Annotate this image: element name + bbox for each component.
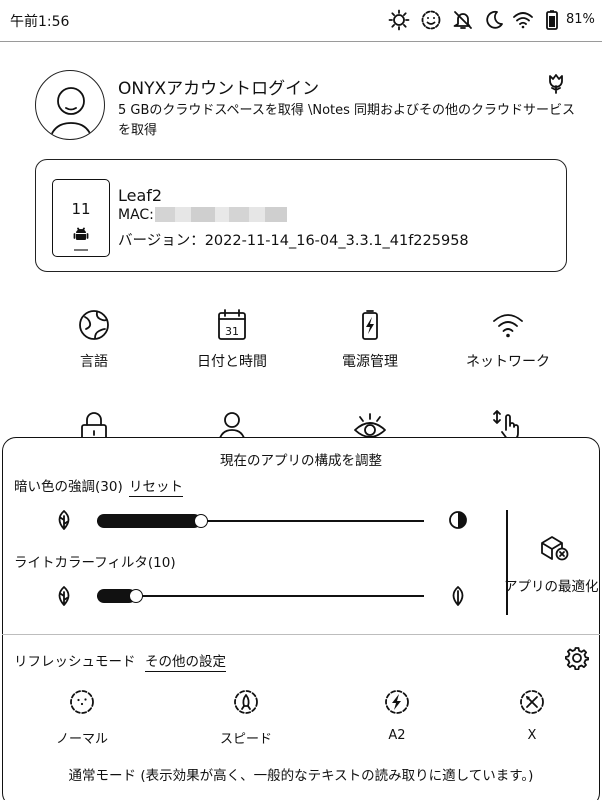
moon-icon[interactable] — [483, 9, 505, 31]
mode-normal[interactable]: ノーマル — [27, 689, 137, 747]
grid-item-power[interactable]: 電源管理 — [310, 308, 430, 371]
device-brand-mark — [74, 249, 88, 251]
reset-link[interactable]: リセット — [129, 475, 183, 497]
leaf-light-icon[interactable] — [53, 585, 75, 607]
battery-icon — [546, 10, 558, 30]
mode-speed[interactable]: スピード — [191, 689, 301, 747]
mode-label: X — [527, 728, 537, 743]
svg-text:31: 31 — [225, 325, 239, 338]
device-screen-number: 11 — [71, 200, 91, 218]
mode-a2[interactable]: A2 — [342, 689, 452, 743]
dark-enhance-label: 暗い色の強調(30) — [14, 479, 123, 495]
wifi-icon — [493, 314, 523, 338]
mode-label: ノーマル — [55, 732, 108, 747]
leaf-light-icon[interactable] — [53, 509, 75, 531]
calendar-icon: 31 — [218, 309, 246, 340]
normal-mode-icon — [70, 690, 94, 714]
other-settings-link[interactable]: その他の設定 — [145, 650, 226, 672]
grid-item-language[interactable]: 言語 — [34, 308, 154, 371]
slider-knob[interactable] — [129, 589, 143, 603]
dark-enhance-slider[interactable] — [97, 512, 424, 530]
app-optimize-icon[interactable] — [537, 532, 571, 562]
contrast-icon[interactable] — [447, 509, 469, 531]
refresh-mode-label: リフレッシュモード — [14, 654, 136, 670]
leaf-outline-icon[interactable] — [447, 585, 469, 607]
avatar[interactable] — [35, 70, 105, 140]
grid-label-network: ネットワーク — [466, 354, 550, 370]
device-version: バージョン：2022-11-14_16-04_3.3.1_41f225958 — [118, 233, 469, 249]
device-mac-label: MAC: — [118, 207, 154, 223]
device-info-card[interactable] — [35, 159, 567, 272]
mood-icon[interactable] — [420, 9, 442, 31]
vertical-divider — [506, 510, 508, 615]
account-title[interactable]: ONYXアカウントログイン — [118, 74, 319, 99]
grid-item-network[interactable]: ネットワーク — [448, 308, 568, 371]
avatar-face-icon — [49, 87, 93, 139]
light-filter-label: ライトカラーフィルタ(10) — [14, 555, 176, 571]
a2-mode-icon — [385, 690, 409, 714]
x-mode-icon — [520, 690, 544, 714]
globe-icon — [79, 310, 109, 340]
mode-x[interactable]: X — [477, 689, 587, 743]
slider-knob[interactable] — [194, 514, 208, 528]
slider-fill — [97, 514, 201, 528]
bell-off-icon[interactable] — [452, 9, 474, 31]
account-subtitle: 5 GBのクラウドスペースを取得 \Notes 同期およびその他のクラウドサービ… — [118, 103, 576, 138]
device-thumbnail — [52, 179, 110, 257]
grid-label-language: 言語 — [80, 354, 108, 370]
panel-title: 現在のアプリの構成を調整 — [220, 453, 382, 469]
speed-mode-icon — [234, 690, 258, 714]
device-name: Leaf2 — [118, 186, 163, 205]
mode-label: A2 — [388, 728, 406, 743]
horizontal-divider — [2, 634, 600, 635]
mode-description: 通常モード (表示効果が高く、一般的なテキストの読み取りに適しています。) — [68, 768, 534, 784]
mode-label: スピード — [219, 732, 272, 747]
android-icon — [73, 227, 89, 240]
tulip-icon[interactable] — [545, 72, 567, 94]
light-filter-slider[interactable] — [97, 587, 424, 605]
battery-percent: 81% — [566, 12, 595, 27]
grid-label-power: 電源管理 — [342, 354, 398, 370]
app-optimize-label[interactable]: アプリの最適化 — [504, 575, 599, 595]
slider-track — [97, 595, 424, 597]
wifi-icon[interactable] — [512, 9, 534, 31]
brightness-icon[interactable] — [388, 9, 410, 31]
gear-icon[interactable] — [565, 646, 589, 670]
battery-charge-icon — [362, 310, 378, 340]
status-time: 午前1:56 — [10, 14, 70, 30]
device-mac-redacted — [155, 207, 287, 222]
grid-label-date-time: 日付と時間 — [197, 354, 267, 370]
grid-item-date-time[interactable]: 31 日付と時間 — [172, 308, 292, 371]
